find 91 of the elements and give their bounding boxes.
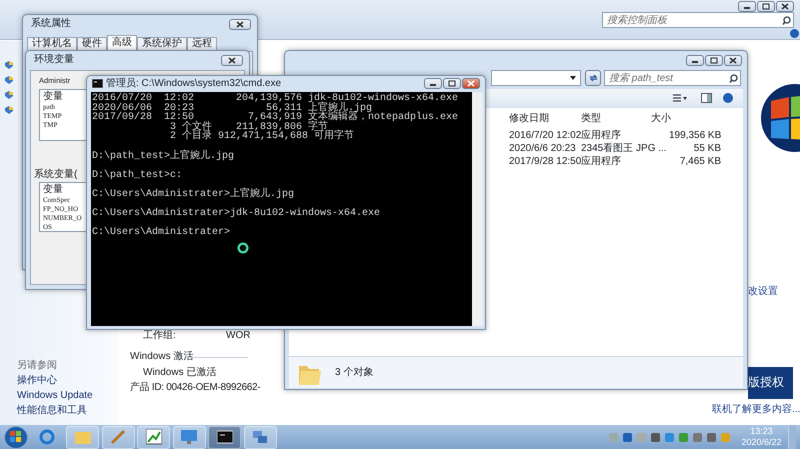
dropdown-arrow-icon[interactable] (570, 76, 576, 80)
sidebar-link[interactable]: Windows Update (17, 390, 93, 402)
shield-icon (5, 91, 13, 99)
close-button[interactable] (462, 78, 480, 89)
shield-icon (5, 61, 13, 69)
maximize-button[interactable] (757, 1, 775, 12)
type-cell: 应用程序 (581, 130, 621, 142)
maximize-icon (710, 57, 718, 64)
folder-icon (74, 429, 90, 445)
section-heading: 另请参阅 (17, 360, 57, 372)
window-title: 管理员: C:\Windows\system32\cmd.exe (106, 78, 282, 90)
console-icon (92, 79, 103, 88)
column-header[interactable]: 类型 (581, 113, 601, 124)
refresh-button[interactable] (585, 70, 601, 86)
size-cell-text: 7,465 KB (678, 156, 721, 168)
search-field[interactable]: 搜索 path_test (604, 70, 741, 86)
console-line: D:\path_test>上官婉儿.jpg (92, 152, 236, 162)
close-icon (781, 3, 789, 10)
tab[interactable]: 硬件 (77, 37, 107, 50)
close-button[interactable] (724, 55, 742, 66)
sidebar-link[interactable]: 性能信息和工具 (17, 405, 87, 416)
product-id: 产品 ID: 00426-OEM-8992662- (130, 382, 260, 394)
preview-pane-icon[interactable] (701, 93, 712, 103)
type-cell: 应用程序 (581, 156, 621, 168)
scrollbar[interactable] (472, 92, 483, 326)
close-button[interactable] (776, 1, 794, 12)
sidebar-link[interactable]: 操作中心 (17, 375, 57, 386)
minimize-button[interactable] (738, 1, 756, 12)
paint-brush-icon (110, 429, 126, 445)
size-cell: 199,356 KB (669, 130, 721, 142)
column-header: 变量 (43, 184, 64, 196)
tab[interactable]: 计算机名 (27, 37, 77, 50)
type-cell: 2345看图王 JPG ... (581, 143, 667, 154)
section-heading: Windows 激活 (130, 351, 194, 362)
console-line: C:\Users\Administrater>jdk-8u102-windows-x64.exe (92, 209, 382, 219)
column-header: 变量 (43, 91, 64, 103)
search-field[interactable]: 搜索控制面板 (602, 12, 794, 28)
activation-status: Windows 已激活 (143, 367, 216, 378)
window-title: 环境变量 (34, 54, 74, 66)
close-icon (228, 57, 236, 64)
console-line: C:\Users\Administrater>上官婉儿.jpg (92, 190, 296, 200)
item-count: 3 个对象 (335, 367, 374, 378)
start-button[interactable] (4, 426, 28, 448)
maximize-icon (448, 80, 456, 87)
console-line: 2016/07/20 12:02 204,139,576 jdk-8u102-windows-x64.exe (92, 94, 460, 104)
size-cell-text: 55 KB (692, 143, 721, 154)
loading-spinner-icon (237, 242, 249, 254)
date-cell: 2016/7/20 12:02 (509, 130, 582, 142)
tab[interactable]: 远程 (187, 37, 217, 50)
learn-more-link[interactable]: 联机了解更多内容... (712, 404, 800, 416)
shield-icon (5, 106, 13, 114)
date-cell: 2017/9/28 12:50 (509, 156, 582, 168)
shield-icon (5, 76, 13, 84)
date-cell: 2020/6/6 20:23 (509, 143, 576, 154)
license-banner: 版授权 (748, 367, 793, 399)
network-icon (252, 429, 268, 445)
clock-date: 2020/6/22 (741, 437, 782, 448)
search-icon (729, 74, 738, 83)
minimize-button[interactable] (686, 55, 704, 66)
console-icon (216, 429, 232, 445)
taskbar-button[interactable] (137, 426, 170, 448)
maximize-icon (762, 3, 770, 10)
maximize-button[interactable] (443, 78, 461, 89)
close-button[interactable] (229, 19, 251, 30)
clock-time: 13:23 (749, 426, 774, 437)
settings-link[interactable]: 改设置 (748, 286, 778, 298)
window-title: 系统属性 (31, 18, 71, 30)
console-line: D:\path_test>c: (92, 170, 184, 180)
taskbar-button[interactable] (208, 426, 241, 448)
view-options-icon[interactable] (673, 94, 687, 103)
field-value: WOR (226, 330, 250, 342)
tab[interactable]: 系统保护 (137, 37, 187, 50)
close-button[interactable] (221, 55, 243, 66)
chart-icon (146, 429, 162, 445)
refresh-icon (588, 74, 598, 82)
column-header[interactable]: 大小 (651, 113, 671, 124)
tab[interactable]: 高级 (107, 35, 137, 50)
group-label: 系统变量( (34, 169, 78, 180)
close-icon (729, 57, 737, 64)
close-icon (236, 21, 244, 28)
browser-icon (39, 429, 55, 445)
close-icon (467, 80, 475, 87)
maximize-button[interactable] (705, 55, 723, 66)
console-line: C:\Users\Administrater> (92, 228, 232, 238)
console-line: 2 个目录 912,471,154,688 可用字节 (169, 132, 356, 142)
minimize-button[interactable] (424, 78, 442, 89)
field-label: 工作组: (143, 330, 176, 342)
column-header[interactable]: 修改日期 (509, 113, 549, 124)
monitor-icon (181, 429, 197, 445)
search-icon (782, 16, 791, 25)
windows-logo-icon (10, 431, 22, 443)
